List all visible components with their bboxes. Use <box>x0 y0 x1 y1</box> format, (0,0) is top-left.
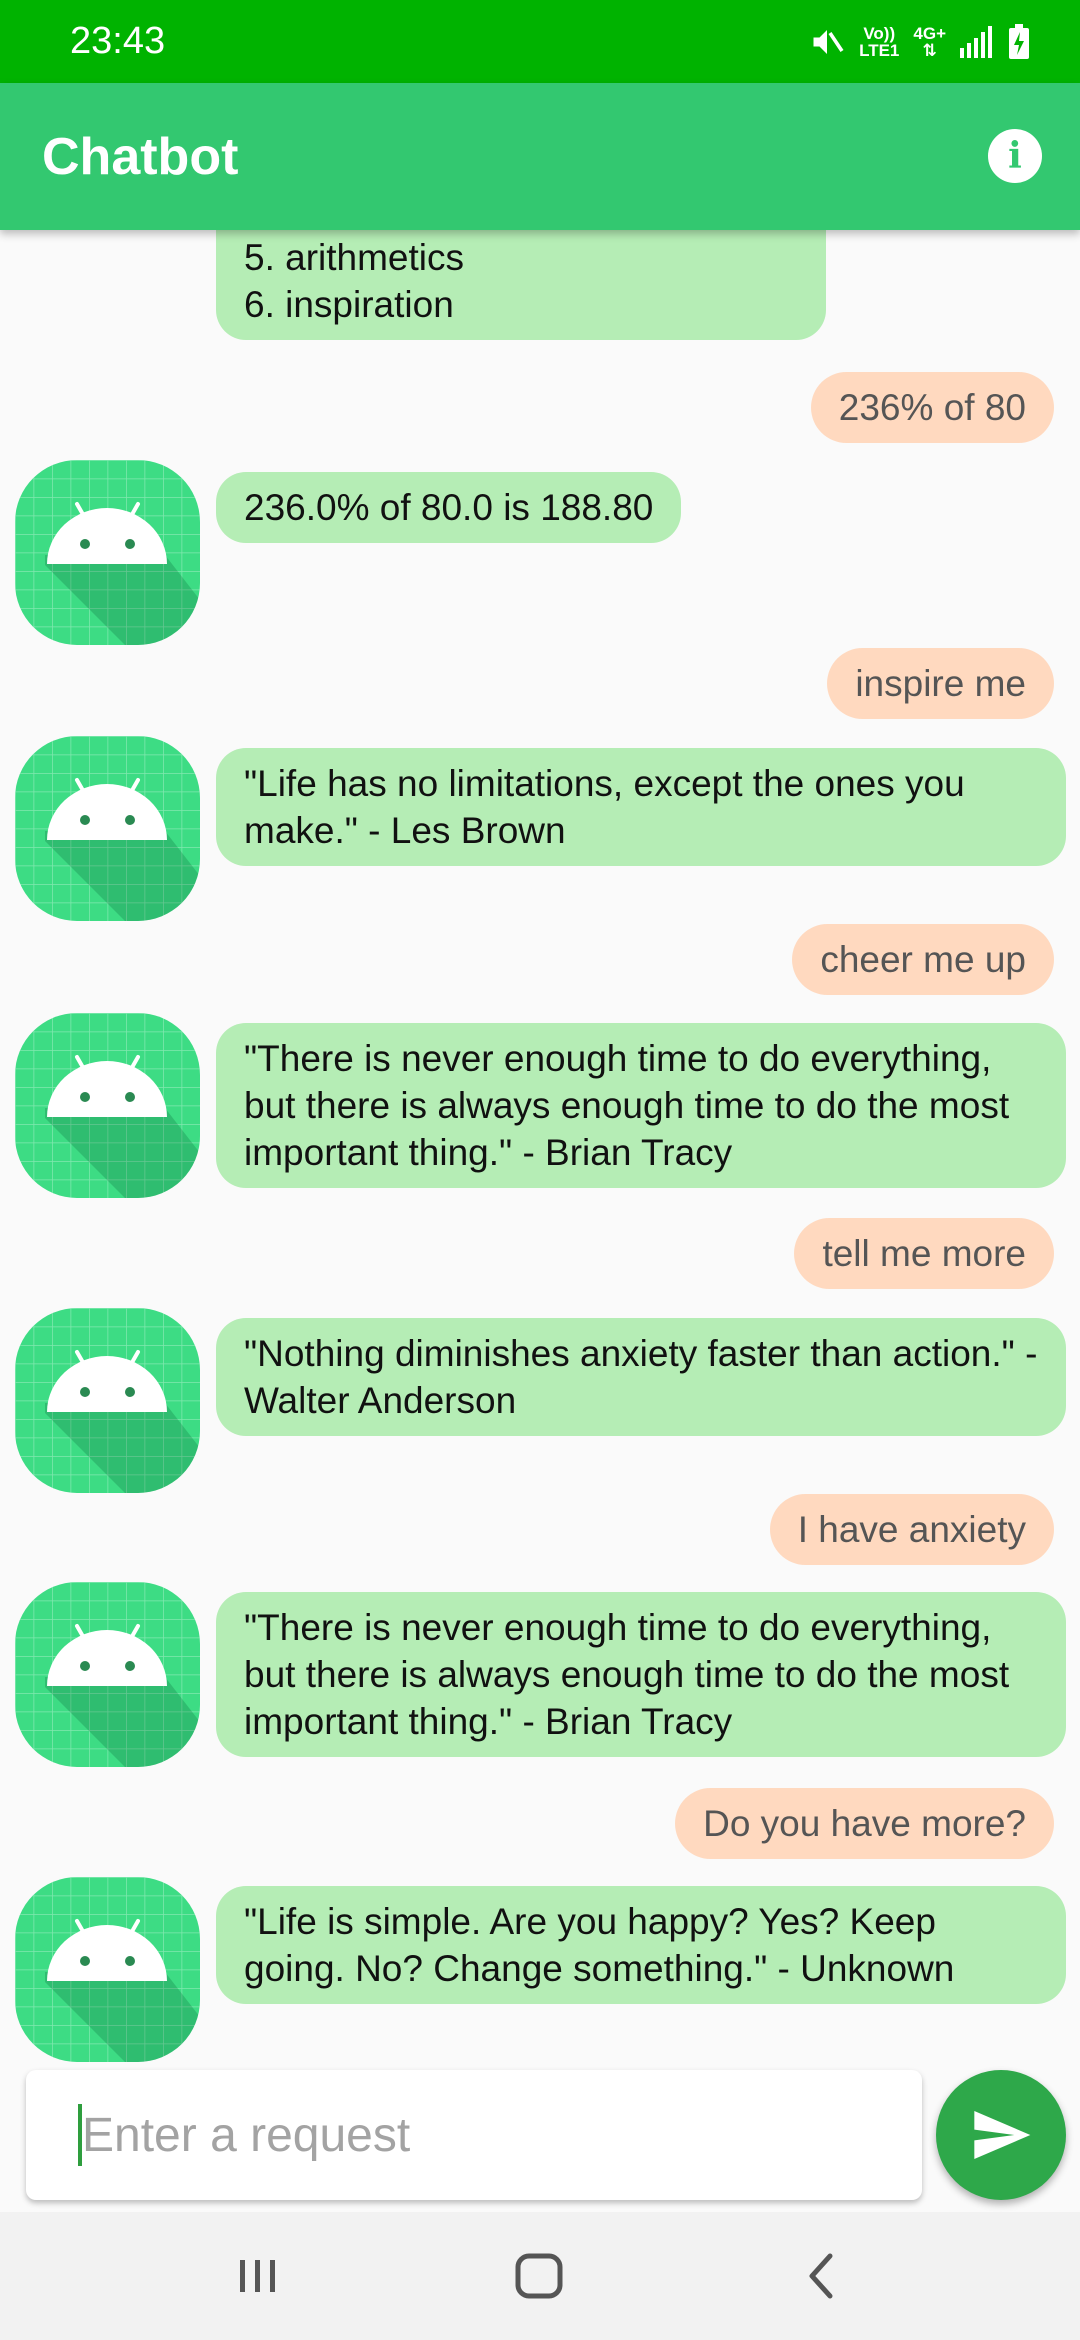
network-indicator: Vo)) LTE1 <box>859 24 900 60</box>
status-icons: Vo)) LTE1 4G+ ⇅ <box>809 20 1030 64</box>
request-input[interactable] <box>82 2090 882 2180</box>
status-bar: 23:43 Vo)) LTE1 4G+ ⇅ <box>0 0 1080 83</box>
user-message: inspire me <box>827 648 1054 719</box>
user-message: cheer me up <box>792 924 1054 995</box>
user-message: tell me more <box>794 1218 1054 1289</box>
network-type: 4G+ ⇅ <box>913 24 946 60</box>
chat-list[interactable]: 5. arithmetics 6. inspiration 236% of 80… <box>0 230 1080 2062</box>
bot-message: "Life is simple. Are you happy? Yes? Kee… <box>216 1886 1066 2004</box>
navigation-bar <box>0 2212 1080 2340</box>
bot-message: "There is never enough time to do everyt… <box>216 1023 1066 1188</box>
battery-charging-icon <box>1009 24 1029 59</box>
app-bar: Chatbot i <box>0 83 1080 230</box>
user-message: Do you have more? <box>675 1788 1054 1859</box>
bot-avatar-icon <box>15 1877 200 2062</box>
home-icon[interactable] <box>508 2246 572 2306</box>
bot-avatar-icon <box>15 1582 200 1767</box>
bot-message: 5. arithmetics 6. inspiration <box>216 230 826 340</box>
bot-message: "There is never enough time to do everyt… <box>216 1592 1066 1757</box>
bot-avatar-icon <box>15 1308 200 1493</box>
bot-message: "Life has no limitations, except the one… <box>216 748 1066 866</box>
send-icon <box>974 2111 1031 2159</box>
user-message: I have anxiety <box>769 1494 1054 1565</box>
app-title: Chatbot <box>42 128 239 186</box>
user-message: 236% of 80 <box>810 372 1054 443</box>
bot-message: "Nothing diminishes anxiety faster than … <box>216 1318 1066 1436</box>
mute-icon <box>813 30 844 54</box>
send-button[interactable] <box>936 2070 1066 2200</box>
bot-avatar-icon <box>15 736 200 921</box>
back-icon[interactable] <box>796 2246 848 2306</box>
bot-message: 236.0% of 80.0 is 188.80 <box>216 472 682 543</box>
input-bar <box>26 2070 922 2200</box>
recent-apps-icon[interactable] <box>232 2246 284 2306</box>
bot-avatar-icon <box>15 1013 200 1198</box>
signal-icon <box>960 26 992 58</box>
bot-avatar-icon <box>15 460 200 645</box>
status-time: 23:43 <box>70 20 166 62</box>
info-icon[interactable]: i <box>988 129 1042 183</box>
